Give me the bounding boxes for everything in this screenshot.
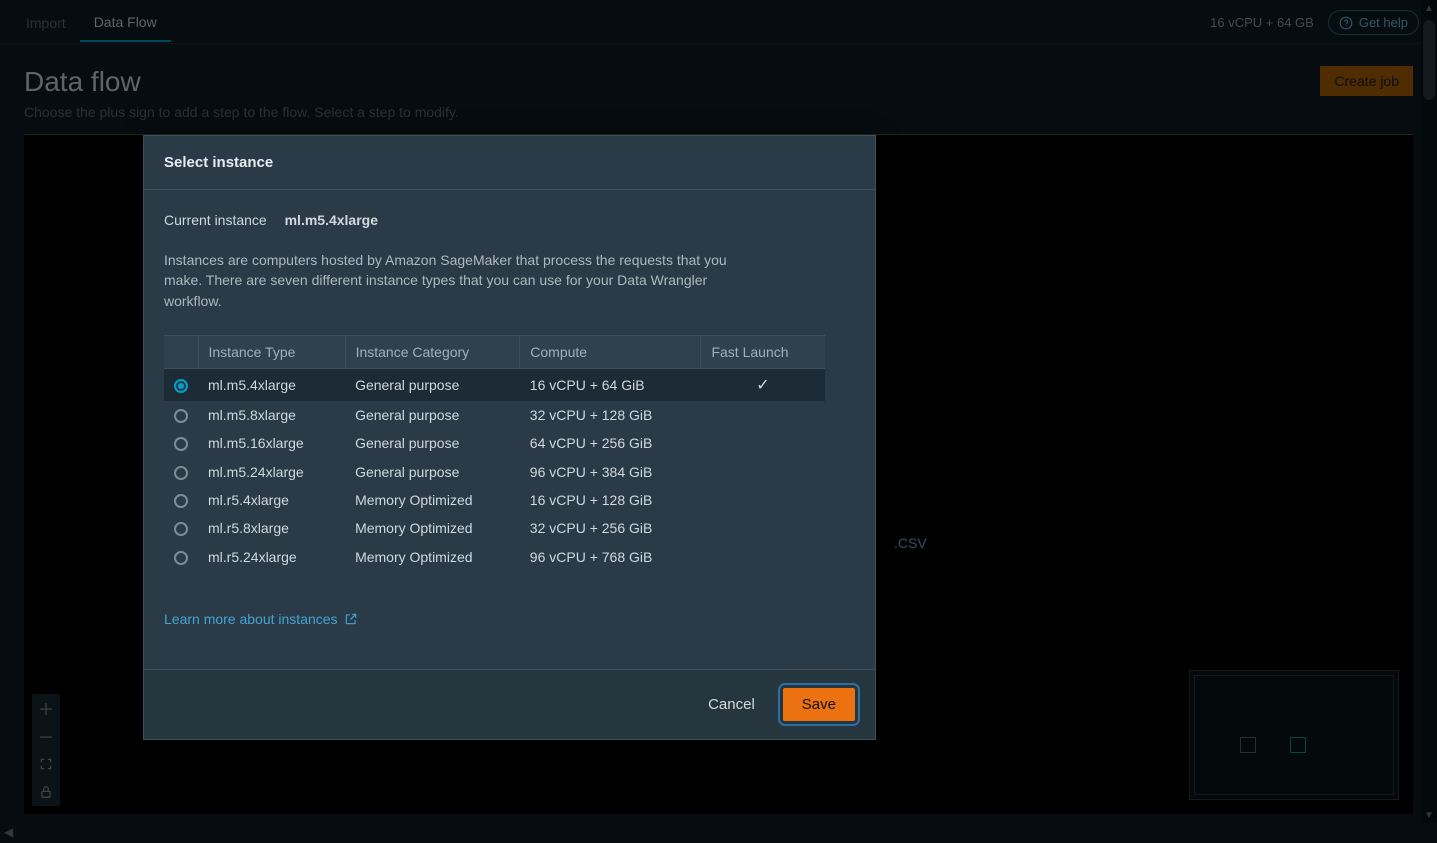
top-right-bar: 16 vCPU + 64 GB Get help xyxy=(1210,10,1419,35)
compute-cell: 64 vCPU + 256 GiB xyxy=(520,429,701,457)
tab-data-flow[interactable]: Data Flow xyxy=(80,2,171,42)
instance-category-cell: General purpose xyxy=(345,368,520,401)
compute-cell: 16 vCPU + 128 GiB xyxy=(520,486,701,514)
vertical-scrollbar[interactable]: ▲ ▼ xyxy=(1421,0,1437,823)
lock-button[interactable] xyxy=(32,778,60,806)
fast-launch-cell xyxy=(701,401,825,429)
scroll-up-icon[interactable]: ▲ xyxy=(1421,0,1437,16)
fast-launch-cell xyxy=(701,486,825,514)
instance-radio[interactable] xyxy=(174,522,188,536)
instance-category-cell: General purpose xyxy=(345,429,520,457)
current-instance-row: Current instance ml.m5.4xlarge xyxy=(164,212,855,228)
col-compute: Compute xyxy=(520,335,701,368)
scroll-thumb[interactable] xyxy=(1423,20,1435,100)
instance-radio[interactable] xyxy=(174,379,188,393)
table-row[interactable]: ml.r5.4xlargeMemory Optimized16 vCPU + 1… xyxy=(164,486,825,514)
compute-cell: 16 vCPU + 64 GiB xyxy=(520,368,701,401)
minimap-viewport xyxy=(1194,675,1394,795)
canvas-toolbar: ＋ － xyxy=(32,694,60,806)
current-instance-value: ml.m5.4xlarge xyxy=(285,212,378,228)
instance-category-cell: Memory Optimized xyxy=(345,514,520,542)
get-help-label: Get help xyxy=(1359,15,1408,30)
minimap-node xyxy=(1290,737,1306,753)
select-instance-modal: Select instance Current instance ml.m5.4… xyxy=(143,135,876,740)
table-row[interactable]: ml.m5.4xlargeGeneral purpose16 vCPU + 64… xyxy=(164,368,825,401)
instance-category-cell: Memory Optimized xyxy=(345,542,520,570)
modal-footer: Cancel Save xyxy=(144,669,875,739)
scroll-down-icon[interactable]: ▼ xyxy=(1421,807,1437,823)
table-header-row: Instance Type Instance Category Compute … xyxy=(164,335,825,368)
instance-table: Instance Type Instance Category Compute … xyxy=(164,335,825,571)
fast-launch-cell xyxy=(701,429,825,457)
instance-type-cell: ml.r5.4xlarge xyxy=(198,486,345,514)
zoom-in-button[interactable]: ＋ xyxy=(32,694,60,722)
table-row[interactable]: ml.m5.16xlargeGeneral purpose64 vCPU + 2… xyxy=(164,429,825,457)
col-instance-type: Instance Type xyxy=(198,335,345,368)
instance-category-cell: General purpose xyxy=(345,401,520,429)
save-button[interactable]: Save xyxy=(783,688,855,721)
instance-type-cell: ml.m5.24xlarge xyxy=(198,457,345,485)
compute-cell: 32 vCPU + 128 GiB xyxy=(520,401,701,429)
instance-radio[interactable] xyxy=(174,494,188,508)
page-title: Data flow xyxy=(24,66,459,98)
modal-body: Current instance ml.m5.4xlarge Instances… xyxy=(144,190,875,669)
page-header: Data flow Choose the plus sign to add a … xyxy=(0,44,1437,134)
chevron-left-icon[interactable]: ◀ xyxy=(4,825,13,839)
learn-more-link[interactable]: Learn more about instances xyxy=(164,611,358,627)
lock-icon xyxy=(39,785,53,799)
cancel-button[interactable]: Cancel xyxy=(700,690,763,719)
app-root: Import Data Flow 16 vCPU + 64 GB Get hel… xyxy=(0,0,1437,843)
minimap-node xyxy=(1240,737,1256,753)
instance-type-cell: ml.r5.24xlarge xyxy=(198,542,345,570)
fit-screen-button[interactable] xyxy=(32,750,60,778)
help-icon xyxy=(1339,16,1353,30)
zoom-out-button[interactable]: － xyxy=(32,722,60,750)
fast-launch-cell xyxy=(701,542,825,570)
page-subtitle: Choose the plus sign to add a step to th… xyxy=(24,104,459,120)
fit-screen-icon xyxy=(39,757,53,771)
create-job-button[interactable]: Create job xyxy=(1320,66,1413,96)
instance-radio[interactable] xyxy=(174,466,188,480)
fast-launch-cell xyxy=(701,514,825,542)
instance-radio[interactable] xyxy=(174,551,188,565)
instance-type-cell: ml.r5.8xlarge xyxy=(198,514,345,542)
instance-radio[interactable] xyxy=(174,437,188,451)
modal-description: Instances are computers hosted by Amazon… xyxy=(164,250,764,311)
compute-cell: 32 vCPU + 256 GiB xyxy=(520,514,701,542)
compute-status: 16 vCPU + 64 GB xyxy=(1210,15,1314,30)
csv-node-hint: .CSV xyxy=(894,535,927,551)
instance-category-cell: Memory Optimized xyxy=(345,486,520,514)
table-row[interactable]: ml.m5.24xlargeGeneral purpose96 vCPU + 3… xyxy=(164,457,825,485)
instance-type-cell: ml.m5.16xlarge xyxy=(198,429,345,457)
instance-type-cell: ml.m5.4xlarge xyxy=(198,368,345,401)
col-fast-launch: Fast Launch xyxy=(701,335,825,368)
fast-launch-cell xyxy=(701,457,825,485)
table-row[interactable]: ml.m5.8xlargeGeneral purpose32 vCPU + 12… xyxy=(164,401,825,429)
instance-category-cell: General purpose xyxy=(345,457,520,485)
compute-cell: 96 vCPU + 768 GiB xyxy=(520,542,701,570)
external-link-icon xyxy=(344,612,358,626)
modal-title: Select instance xyxy=(144,136,875,190)
minimap[interactable] xyxy=(1189,670,1399,800)
col-instance-category: Instance Category xyxy=(345,335,520,368)
instance-radio[interactable] xyxy=(174,409,188,423)
table-row[interactable]: ml.r5.8xlargeMemory Optimized32 vCPU + 2… xyxy=(164,514,825,542)
tab-import[interactable]: Import xyxy=(12,3,80,41)
table-row[interactable]: ml.r5.24xlargeMemory Optimized96 vCPU + … xyxy=(164,542,825,570)
get-help-button[interactable]: Get help xyxy=(1328,10,1419,35)
fast-launch-cell: ✓ xyxy=(701,368,825,401)
compute-cell: 96 vCPU + 384 GiB xyxy=(520,457,701,485)
learn-more-label: Learn more about instances xyxy=(164,611,338,627)
instance-type-cell: ml.m5.8xlarge xyxy=(198,401,345,429)
current-instance-label: Current instance xyxy=(164,212,267,228)
